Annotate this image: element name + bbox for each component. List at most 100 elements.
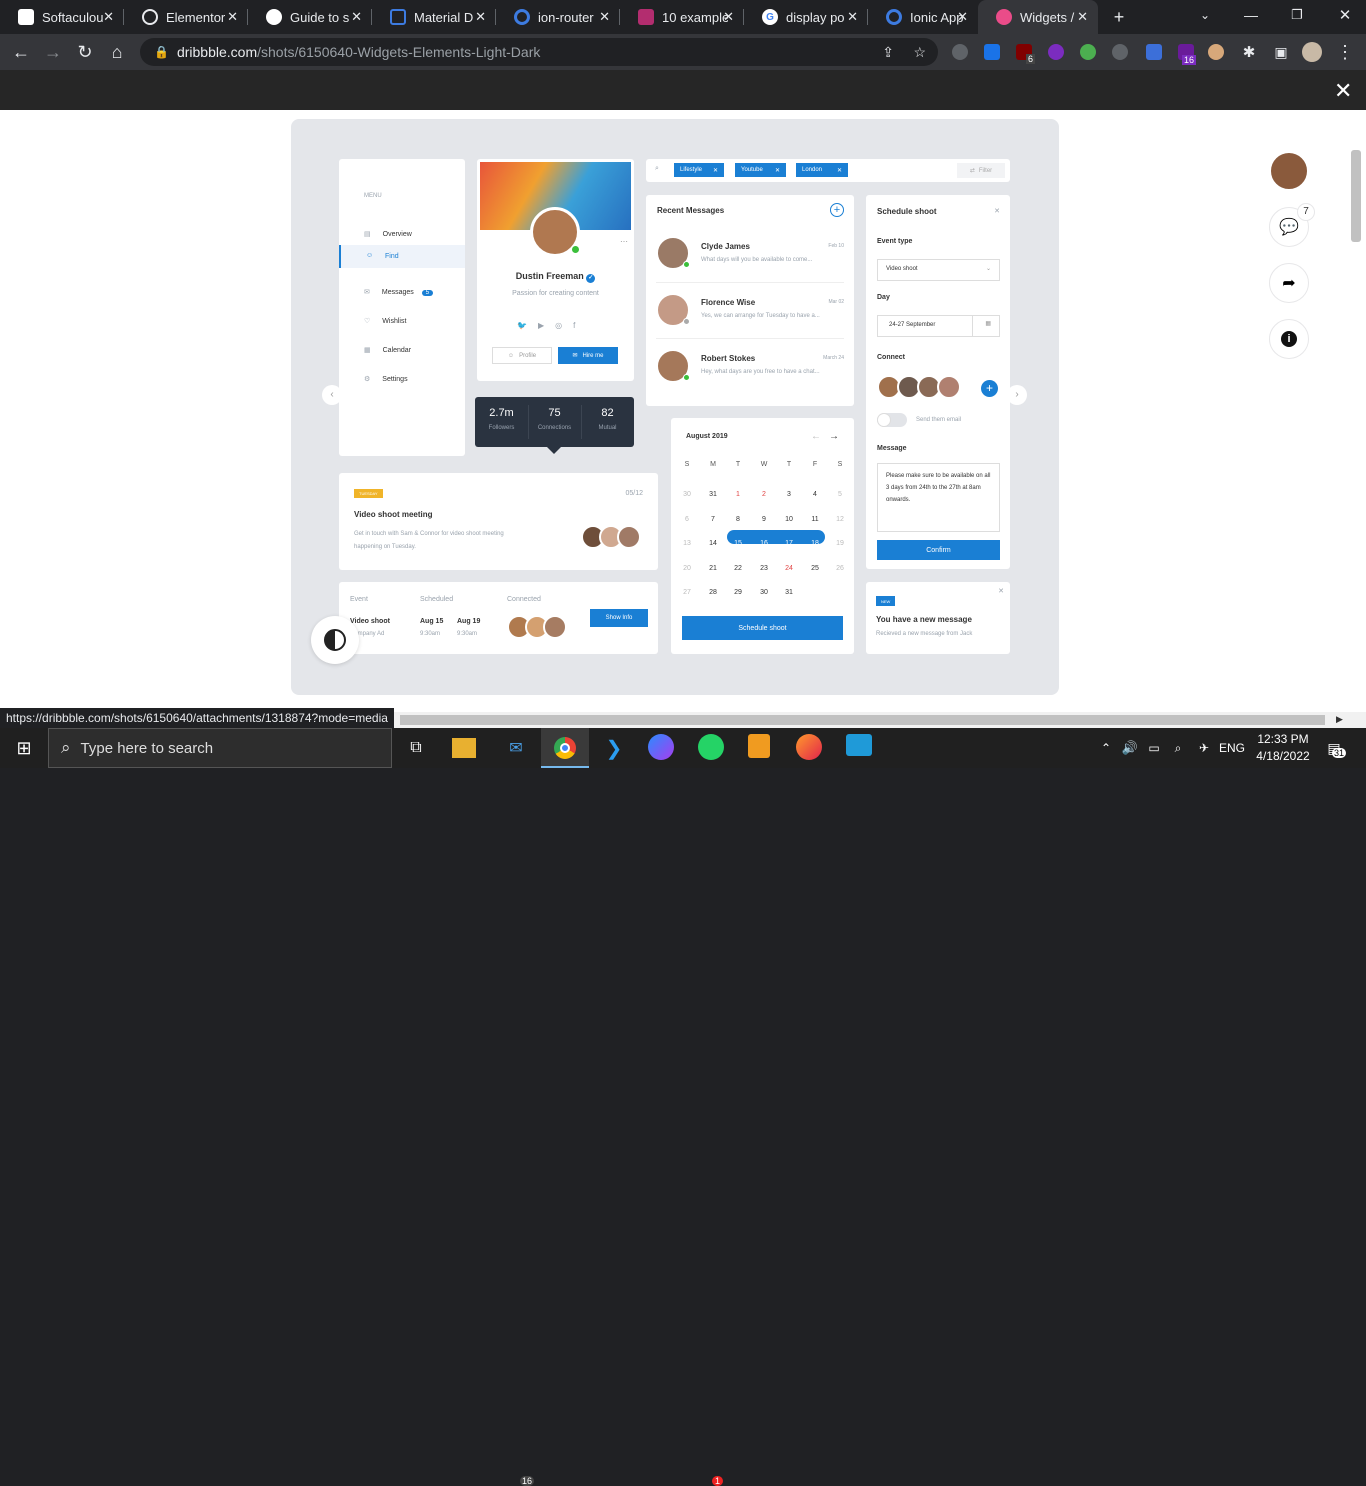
tab-google[interactable]: Gdisplay po ✕ [744,0,868,34]
extension-icon[interactable] [1048,44,1064,60]
calendar-day[interactable]: 13 [677,540,697,547]
email-toggle[interactable] [877,413,907,427]
avatar[interactable] [1302,42,1322,62]
add-message-button[interactable]: + [830,203,844,217]
calendar-day[interactable]: 31 [779,589,799,596]
calendar-day[interactable]: 3 [779,491,799,498]
bookmark-star-icon[interactable]: ☆ [913,44,926,61]
messenger-icon[interactable] [648,734,674,760]
close-icon[interactable]: ✕ [994,207,1000,215]
hire-me-button[interactable]: ✉ Hire me [558,347,618,364]
mail-icon[interactable]: ✉ [502,734,530,762]
calendar-day[interactable]: 25 [805,565,825,572]
share-icon[interactable]: ⇪ [882,44,894,61]
close-icon[interactable]: ✕ [998,587,1004,595]
calendar-day[interactable]: 31 [703,491,723,498]
color-extension-icon[interactable] [1080,44,1096,60]
calendar-icon[interactable]: ▦ [985,320,991,327]
calendar-day[interactable]: 2 [754,491,774,498]
tab-widgets[interactable]: Widgets / ✕ [978,0,1098,34]
close-icon[interactable]: ✕ [847,9,858,25]
search-input[interactable]: ⌕ Type here to search [48,728,392,768]
calendar-day[interactable]: 8 [728,516,748,523]
forward-arrow-icon[interactable]: → [42,41,64,63]
side-panel-icon[interactable]: ▣ [1270,41,1292,63]
twitter-icon[interactable]: 🐦 [517,321,538,330]
show-info-button[interactable]: Show Info [590,609,648,627]
calendar-day[interactable]: 10 [779,516,799,523]
address-bar[interactable]: 🔒 dribbble.com/shots/6150640-Widgets-Ele… [140,38,938,66]
next-arrow-icon[interactable]: › [1007,385,1027,405]
calendar-day[interactable]: 28 [703,589,723,596]
airplane-icon[interactable]: ✈ [1190,734,1218,762]
filter-button[interactable]: ⇄ Filter [957,163,1005,178]
menu-calendar[interactable]: ▦ Calendar [364,339,411,357]
more-icon[interactable]: ⋯ [620,237,628,246]
close-icon[interactable]: ✕ [837,167,842,174]
face-extension-icon[interactable] [1208,44,1224,60]
share-button[interactable]: ➦ [1269,263,1309,303]
chip-london[interactable]: London ✕ [796,163,848,177]
close-icon[interactable]: ✕ [713,167,718,174]
calendar-day[interactable]: 29 [728,589,748,596]
calendar-day[interactable]: 30 [677,491,697,498]
sublime-icon[interactable] [748,734,770,758]
calendar-day[interactable]: 16 [754,540,774,547]
day-field[interactable]: 24-27 September ▦ [877,315,1000,337]
windows-start-icon[interactable]: ⊞ [10,734,38,762]
dark-mode-toggle[interactable] [311,616,359,664]
wordpress-icon[interactable] [1112,44,1128,60]
tab-material[interactable]: Material D ✕ [372,0,496,34]
facebook-icon[interactable]: f [573,321,586,330]
designer-avatar[interactable] [1269,151,1309,191]
tab-ion-router[interactable]: ion-router ✕ [496,0,620,34]
calendar-day[interactable]: 26 [830,565,850,572]
calendar-day[interactable]: 27 [677,589,697,596]
confirm-button[interactable]: Confirm [877,540,1000,560]
new-tab-button[interactable]: + [1108,6,1130,28]
calendar-day[interactable]: 23 [754,565,774,572]
tab-elementor[interactable]: Elementor ✕ [124,0,248,34]
restore-button[interactable]: ❐ [1286,4,1308,26]
puzzle-icon[interactable]: ✱ [1238,41,1260,63]
whatsapp-icon[interactable] [698,734,724,760]
close-icon[interactable]: ✕ [599,9,610,25]
chrome-taskbar-button[interactable] [541,728,589,768]
firefox-icon[interactable] [796,734,822,760]
language-indicator[interactable]: ENG [1219,741,1245,755]
tab-examples[interactable]: 10 example ✕ [620,0,744,34]
calendar-day[interactable]: 20 [677,565,697,572]
prev-arrow-icon[interactable]: ‹ [322,385,342,405]
youtube-icon[interactable]: ▶ [538,321,555,330]
calendar-day[interactable]: 6 [677,516,697,523]
close-icon[interactable]: ✕ [1334,78,1352,104]
close-icon[interactable]: ✕ [475,9,486,25]
home-icon[interactable]: ⌂ [106,41,128,63]
clock-time[interactable]: 12:33 PM [1255,732,1311,746]
remote-desktop-icon[interactable] [846,734,872,756]
calendar-day[interactable]: 7 [703,516,723,523]
close-window-button[interactable]: ✕ [1334,4,1356,26]
menu-wishlist[interactable]: ♡ Wishlist [364,310,406,328]
close-icon[interactable]: ✕ [723,9,734,25]
tab-search-icon[interactable]: ⌄ [1194,4,1216,26]
add-connection-button[interactable]: + [981,380,998,397]
screenshot-extension-icon[interactable] [984,44,1000,60]
calendar-day[interactable]: 24 [779,565,799,572]
info-button[interactable]: i [1269,319,1309,359]
bulb-extension-icon[interactable] [952,44,968,60]
next-month-arrow-icon[interactable]: → [829,431,839,442]
scrollbar[interactable] [1351,150,1361,242]
calendar-day[interactable]: 17 [779,540,799,547]
profile-button[interactable]: ☺ Profile [492,347,552,364]
close-icon[interactable]: ✕ [351,9,362,25]
calendar-day[interactable]: 14 [703,540,723,547]
network-icon[interactable]: ⌕ [1164,734,1192,762]
menu-messages[interactable]: ✉ Messages 5 [364,281,434,299]
menu-find[interactable]: ☺ Find [339,245,465,268]
calendar-day[interactable]: 19 [830,540,850,547]
reload-icon[interactable]: ↻ [74,41,96,63]
back-arrow-icon[interactable]: ← [10,41,32,63]
instagram-icon[interactable]: ◎ [555,321,573,330]
close-icon[interactable]: ✕ [227,9,238,25]
